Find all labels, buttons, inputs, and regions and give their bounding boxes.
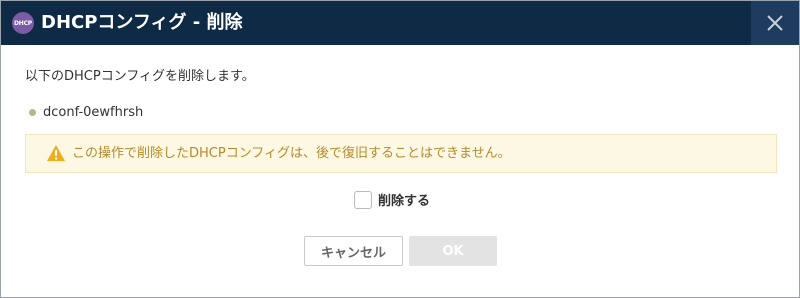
confirm-delete-checkbox-row[interactable]: 削除する [354,190,430,209]
ok-button[interactable]: OK [409,236,497,266]
delete-message: 以下のDHCPコンフィグを削除します。 [25,69,255,84]
dhcp-app-icon: DHCP [12,12,34,34]
cancel-button[interactable]: キャンセル [304,236,403,266]
dhcp-app-icon-text: DHCP [13,19,32,27]
target-config-name: dconf-0ewfhrsh [43,104,144,120]
target-list-item: dconf-0ewfhrsh [29,102,143,122]
delete-dhcp-config-dialog: DHCP DHCPコンフィグ - 削除 以下のDHCPコンフィグを削除します。 … [0,0,800,298]
bullet-icon [29,108,36,116]
dialog-titlebar: DHCP DHCPコンフィグ - 削除 [1,1,799,45]
warning-box: この操作で削除したDHCPコンフィグは、後で復旧することはできません。 [25,134,777,173]
confirm-delete-checkbox[interactable] [354,190,372,209]
warning-text: この操作で削除したDHCPコンフィグは、後で復旧することはできません。 [72,146,511,161]
dialog-title: DHCPコンフィグ - 削除 [41,12,243,33]
confirm-delete-label[interactable]: 削除する [378,190,430,209]
close-icon [767,15,783,31]
close-button[interactable] [751,1,799,45]
warning-icon [47,145,65,161]
